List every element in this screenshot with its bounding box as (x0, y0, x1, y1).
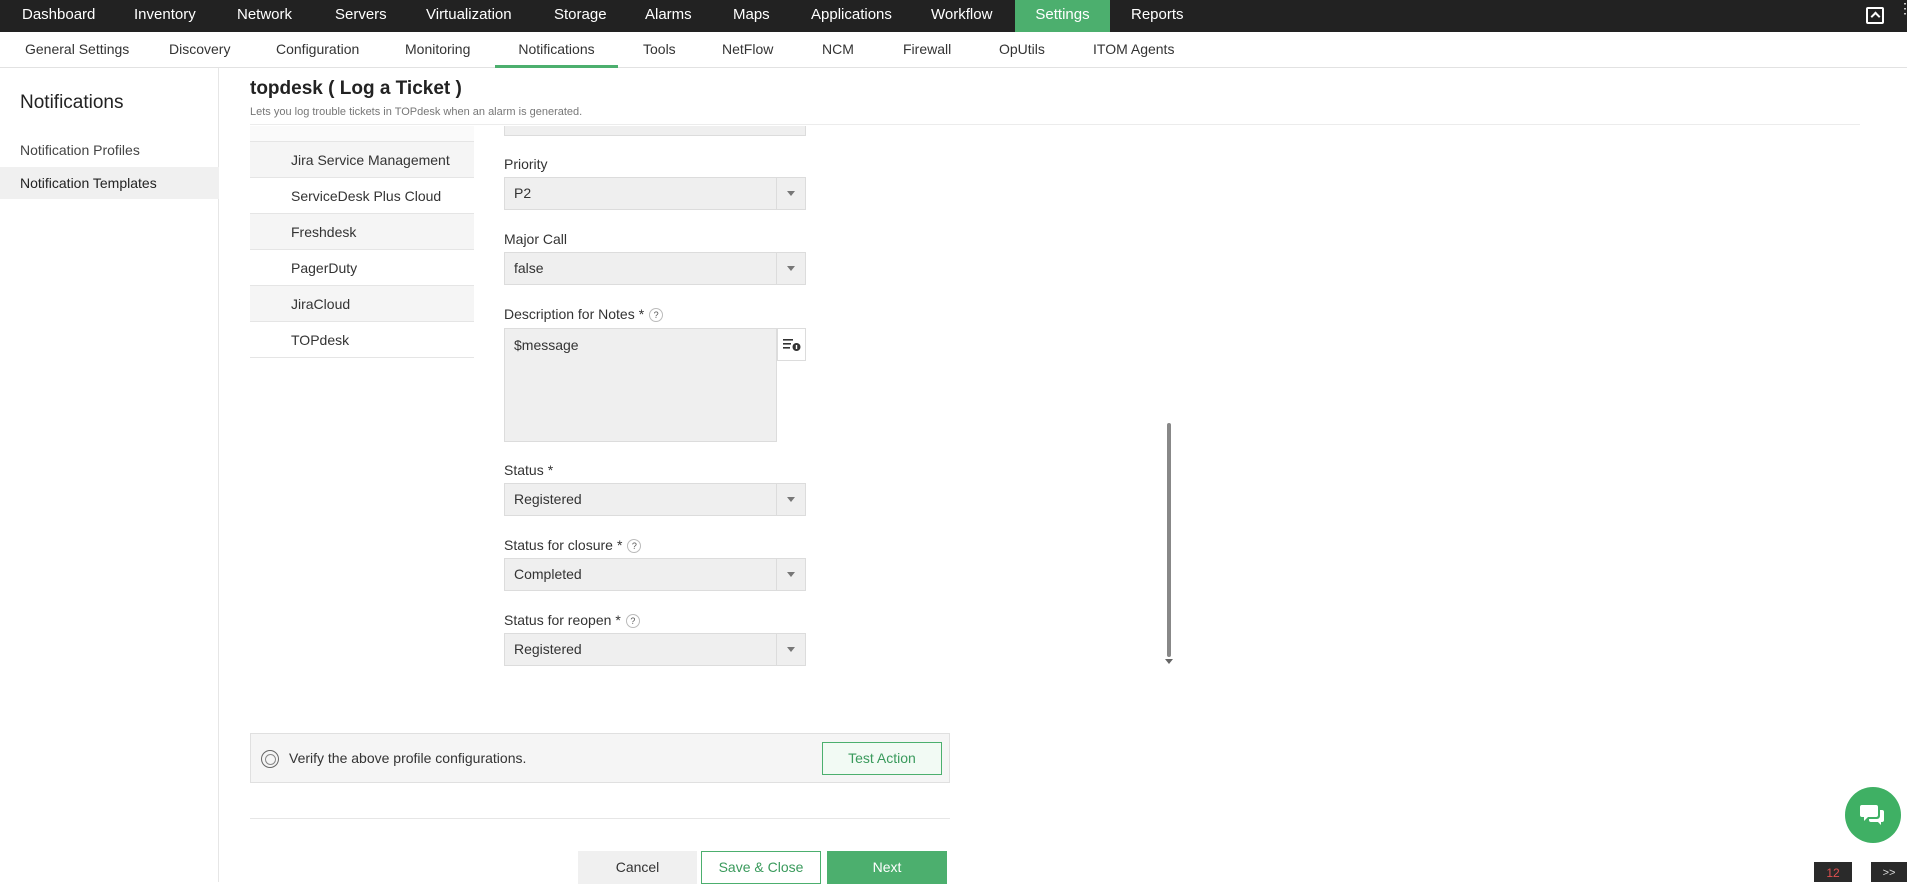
list-scroll-stub (250, 126, 474, 142)
subnav-notifications[interactable]: Notifications (495, 32, 618, 68)
verify-panel: Verify the above profile configurations.… (250, 733, 950, 783)
scroll-down-icon[interactable] (1165, 659, 1173, 664)
status-reopen-value: Registered (514, 641, 582, 657)
description-label: Description for Notes *? (504, 306, 664, 323)
subnav-discovery[interactable]: Discovery (169, 32, 230, 68)
status-closure-label: Status for closure *? (504, 537, 642, 554)
chevron-down-icon[interactable] (776, 634, 805, 665)
list-item-pagerduty[interactable]: PagerDuty (250, 250, 474, 286)
save-close-button[interactable]: Save & Close (701, 851, 821, 884)
template-list: Jira Service Management ServiceDesk Plus… (250, 126, 474, 358)
nav-storage[interactable]: Storage (554, 0, 607, 32)
verify-check-icon (261, 750, 279, 768)
status-reopen-select[interactable]: Registered (504, 633, 806, 666)
chevron-down-icon[interactable] (776, 253, 805, 284)
previous-field-stub (504, 126, 806, 136)
subnav-firewall[interactable]: Firewall (903, 32, 951, 68)
nav-workflow[interactable]: Workflow (931, 0, 992, 32)
major-call-value: false (514, 260, 544, 276)
description-textarea[interactable]: $message (504, 328, 777, 442)
nav-alarms[interactable]: Alarms (645, 0, 692, 32)
cancel-button[interactable]: Cancel (578, 851, 697, 884)
sidebar-item-notification-templates[interactable]: Notification Templates (0, 167, 219, 199)
status-closure-select[interactable]: Completed (504, 558, 806, 591)
nav-servers[interactable]: Servers (335, 0, 387, 32)
next-button[interactable]: Next (827, 851, 947, 884)
nav-maps[interactable]: Maps (733, 0, 770, 32)
chevron-down-icon[interactable] (776, 484, 805, 515)
verify-text: Verify the above profile configurations. (289, 750, 527, 766)
more-vertical-icon[interactable]: ⋮ (1898, 1, 1907, 28)
subnav-oputils[interactable]: OpUtils (999, 32, 1045, 68)
form-scrollbar-thumb[interactable] (1167, 423, 1171, 657)
variable-list-icon (783, 339, 801, 351)
test-action-button[interactable]: Test Action (822, 742, 942, 775)
footer-divider (250, 818, 950, 819)
nav-network[interactable]: Network (237, 0, 292, 32)
priority-value: P2 (514, 185, 532, 201)
nav-settings[interactable]: Settings (1015, 0, 1110, 32)
help-icon[interactable]: ? (625, 614, 640, 629)
subnav-itom-agents[interactable]: ITOM Agents (1093, 32, 1174, 68)
list-item-jiracloud[interactable]: JiraCloud (250, 286, 474, 322)
priority-select[interactable]: P2 (504, 177, 806, 210)
list-item-topdesk[interactable]: TOPdesk (250, 322, 474, 358)
subnav-general-settings[interactable]: General Settings (25, 32, 129, 68)
chat-button[interactable] (1845, 787, 1901, 843)
page-title: topdesk ( Log a Ticket ) (250, 78, 462, 99)
list-item-freshdesk[interactable]: Freshdesk (250, 214, 474, 250)
status-reopen-label: Status for reopen *? (504, 612, 640, 629)
subnav-tools[interactable]: Tools (643, 32, 676, 68)
insert-variable-button[interactable] (777, 328, 806, 361)
help-icon[interactable]: ? (627, 539, 642, 554)
status-closure-value: Completed (514, 566, 582, 582)
nav-inventory[interactable]: Inventory (134, 0, 196, 32)
sub-navigation: General Settings Discovery Configuration… (0, 32, 1907, 68)
header-divider (250, 124, 1860, 125)
nav-virtualization[interactable]: Virtualization (426, 0, 512, 32)
major-call-label: Major Call (504, 231, 568, 247)
top-navigation: Dashboard Inventory Network Servers Virt… (0, 0, 1907, 32)
chevron-down-icon[interactable] (776, 178, 805, 209)
status-value: Registered (514, 491, 582, 507)
collapse-panel-button[interactable]: >> (1871, 862, 1907, 882)
subnav-ncm[interactable]: NCM (822, 32, 854, 68)
list-item-jira-service-management[interactable]: Jira Service Management (250, 142, 474, 178)
sidebar-item-notification-profiles[interactable]: Notification Profiles (0, 134, 219, 166)
page-subtitle: Lets you log trouble tickets in TOPdesk … (250, 106, 583, 118)
status-label: Status * (504, 462, 554, 478)
subnav-netflow[interactable]: NetFlow (722, 32, 773, 68)
sidebar-title: Notifications (20, 92, 124, 113)
notification-count-badge[interactable]: 12 (1814, 862, 1852, 882)
subnav-configuration[interactable]: Configuration (276, 32, 359, 68)
nav-reports[interactable]: Reports (1131, 0, 1184, 32)
page-header: topdesk ( Log a Ticket ) Lets you log tr… (250, 78, 582, 118)
sidebar: Notifications Notification Profiles Noti… (0, 68, 219, 882)
chevron-down-icon[interactable] (776, 559, 805, 590)
major-call-select[interactable]: false (504, 252, 806, 285)
priority-label: Priority (504, 156, 548, 172)
status-select[interactable]: Registered (504, 483, 806, 516)
list-item-servicedesk-plus-cloud[interactable]: ServiceDesk Plus Cloud (250, 178, 474, 214)
help-icon[interactable]: ? (649, 308, 664, 323)
window-icon[interactable] (1866, 7, 1884, 24)
subnav-monitoring[interactable]: Monitoring (405, 32, 470, 68)
nav-applications[interactable]: Applications (811, 0, 892, 32)
nav-dashboard[interactable]: Dashboard (22, 0, 95, 32)
chat-icon (1860, 805, 1884, 825)
